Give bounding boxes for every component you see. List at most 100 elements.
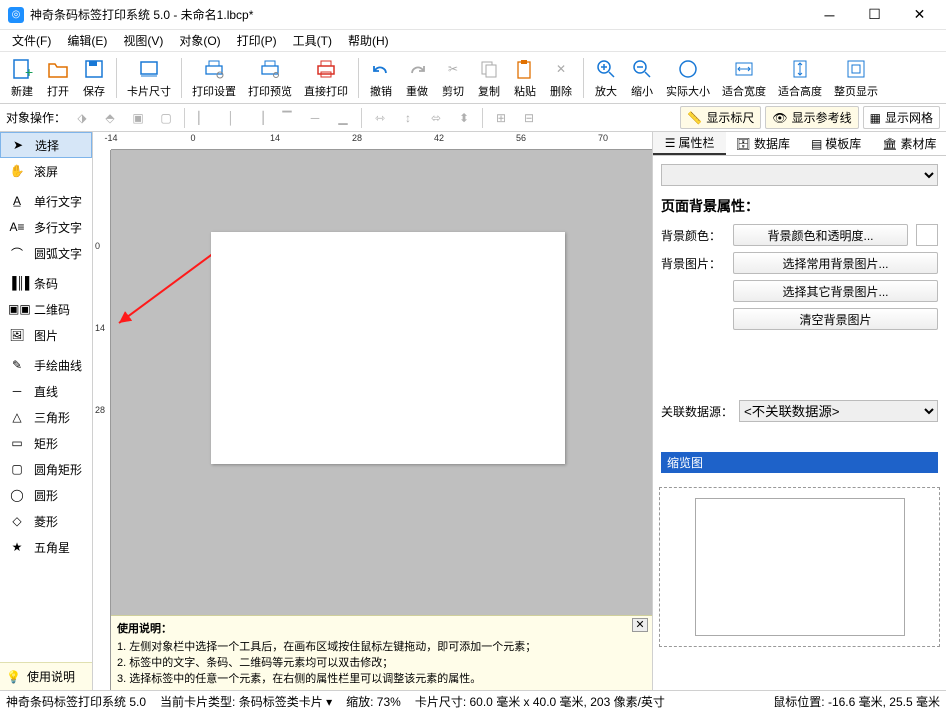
- tool-barcode[interactable]: ▐║▌条码: [0, 270, 92, 296]
- canvas[interactable]: ✕ 使用说明： 1. 左侧对象栏中选择一个工具后，在画布区域按住鼠标左键拖动，即…: [111, 150, 652, 690]
- tool-image[interactable]: 🖼图片: [0, 322, 92, 348]
- tab-properties[interactable]: ☰属性栏: [653, 132, 726, 155]
- new-button[interactable]: +新建: [4, 54, 40, 102]
- open-folder-icon: [46, 57, 70, 81]
- hint-close-button[interactable]: ✕: [632, 618, 648, 632]
- fit-width-button[interactable]: 适合宽度: [716, 54, 772, 102]
- dist-v-icon[interactable]: ↕: [396, 107, 420, 129]
- clear-bg-button[interactable]: 清空背景图片: [733, 308, 938, 330]
- tab-templates[interactable]: ▤模板库: [800, 132, 873, 155]
- tool-qrcode[interactable]: ▣▣二维码: [0, 296, 92, 322]
- print-preview-label: 打印预览: [248, 83, 292, 99]
- delete-icon: ✕: [549, 57, 573, 81]
- tool-line[interactable]: ─直线: [0, 378, 92, 404]
- redo-button[interactable]: 重做: [399, 54, 435, 102]
- same-width-icon[interactable]: ⬄: [424, 107, 448, 129]
- menu-print[interactable]: 打印(P): [229, 30, 285, 51]
- tool-text-multi[interactable]: A≡多行文字: [0, 214, 92, 240]
- preview-header: 缩览图: [661, 452, 938, 473]
- vertical-ruler[interactable]: 01428: [93, 150, 111, 690]
- zoom-actual-button[interactable]: 实际大小: [660, 54, 716, 102]
- tool-star[interactable]: ★五角星: [0, 534, 92, 560]
- tool-pan[interactable]: ✋滚屏: [0, 158, 92, 184]
- direct-print-button[interactable]: 直接打印: [298, 54, 354, 102]
- tool-diamond-label: 菱形: [34, 513, 58, 530]
- object-ops-bar: 对象操作： ⬗ ⬘ ▣ ▢ ▏ │ ▕ ▔ ─ ▁ ⇿ ↕ ⬄ ⬍ ⊞ ⊟ 📏显…: [0, 104, 946, 132]
- tool-diamond[interactable]: ◇菱形: [0, 508, 92, 534]
- align-middle-icon[interactable]: ─: [303, 107, 327, 129]
- tool-text-arc[interactable]: ⌒圆弧文字: [0, 240, 92, 266]
- delete-button[interactable]: ✕删除: [543, 54, 579, 102]
- bg-color-swatch[interactable]: [916, 224, 938, 246]
- zoom-out-button[interactable]: 缩小: [624, 54, 660, 102]
- bring-front-icon[interactable]: ⬗: [70, 107, 94, 129]
- full-page-button[interactable]: 整页显示: [828, 54, 884, 102]
- menu-object[interactable]: 对象(O): [171, 30, 228, 51]
- title-bar: ◎ 神奇条码标签打印系统 5.0 - 未命名1.lbcp* ─ ☐ ✕: [0, 0, 946, 30]
- minimize-button[interactable]: ─: [807, 0, 852, 30]
- tool-ellipse[interactable]: ◯圆形: [0, 482, 92, 508]
- bring-forward-icon[interactable]: ▣: [126, 107, 150, 129]
- menu-file[interactable]: 文件(F): [4, 30, 59, 51]
- tab-database-label: 数据库: [754, 135, 790, 152]
- group-icon[interactable]: ⊞: [489, 107, 513, 129]
- label-page[interactable]: [211, 232, 565, 464]
- save-button[interactable]: 保存: [76, 54, 112, 102]
- card-size-icon: [137, 57, 161, 81]
- align-top-icon[interactable]: ▔: [275, 107, 299, 129]
- menu-tools[interactable]: 工具(T): [285, 30, 340, 51]
- close-button[interactable]: ✕: [897, 0, 942, 30]
- tool-round-rect[interactable]: ▢圆角矩形: [0, 456, 92, 482]
- card-size-button[interactable]: 卡片尺寸: [121, 54, 177, 102]
- dist-h-icon[interactable]: ⇿: [368, 107, 392, 129]
- same-height-icon[interactable]: ⬍: [452, 107, 476, 129]
- menu-help[interactable]: 帮助(H): [340, 30, 397, 51]
- show-ruler-toggle[interactable]: 📏显示标尺: [680, 106, 761, 129]
- tool-freehand[interactable]: ✎手绘曲线: [0, 352, 92, 378]
- tab-database[interactable]: 🗄数据库: [726, 132, 799, 155]
- paste-button[interactable]: 粘贴: [507, 54, 543, 102]
- zoom-in-button[interactable]: 放大: [588, 54, 624, 102]
- text-multi-icon: A≡: [8, 220, 26, 234]
- fit-height-button[interactable]: 适合高度: [772, 54, 828, 102]
- datasource-select[interactable]: <不关联数据源>: [739, 400, 938, 422]
- choose-other-bg-button[interactable]: 选择其它背景图片...: [733, 280, 938, 302]
- guides-toggle-label: 显示参考线: [792, 109, 852, 126]
- choose-common-bg-button[interactable]: 选择常用背景图片...: [733, 252, 938, 274]
- send-back-icon[interactable]: ⬘: [98, 107, 122, 129]
- hint-line-1: 1. 左侧对象栏中选择一个工具后，在画布区域按住鼠标左键拖动，即可添加一个元素；: [117, 638, 646, 654]
- tool-select[interactable]: ➤选择: [0, 132, 92, 158]
- align-bottom-icon[interactable]: ▁: [331, 107, 355, 129]
- print-setup-button[interactable]: 打印设置: [186, 54, 242, 102]
- align-right-icon[interactable]: ▕: [247, 107, 271, 129]
- tool-sidebar: ➤选择 ✋滚屏 A̲单行文字 A≡多行文字 ⌒圆弧文字 ▐║▌条码 ▣▣二维码 …: [0, 132, 93, 690]
- print-preview-button[interactable]: 打印预览: [242, 54, 298, 102]
- preview-box: [659, 487, 940, 647]
- cut-button[interactable]: ✂剪切: [435, 54, 471, 102]
- menu-edit[interactable]: 编辑(E): [59, 30, 115, 51]
- open-button[interactable]: 打开: [40, 54, 76, 102]
- menu-view[interactable]: 视图(V): [115, 30, 171, 51]
- align-left-icon[interactable]: ▏: [191, 107, 215, 129]
- tool-triangle[interactable]: △三角形: [0, 404, 92, 430]
- bg-color-button[interactable]: 背景颜色和透明度...: [733, 224, 908, 246]
- tool-rect-label: 矩形: [34, 435, 58, 452]
- show-grid-toggle[interactable]: ▦显示网格: [863, 106, 940, 129]
- tab-assets-label: 素材库: [900, 135, 936, 152]
- horizontal-ruler[interactable]: -1401428425670: [111, 132, 652, 150]
- undo-button[interactable]: 撤销: [363, 54, 399, 102]
- pointer-icon: ➤: [9, 138, 27, 152]
- tab-assets[interactable]: 🏛素材库: [873, 132, 946, 155]
- tool-rect[interactable]: ▭ 矩形: [0, 430, 92, 456]
- show-guides-toggle[interactable]: 👁显示参考线: [765, 106, 858, 129]
- copy-button[interactable]: 复制: [471, 54, 507, 102]
- ungroup-icon[interactable]: ⊟: [517, 107, 541, 129]
- align-center-h-icon[interactable]: │: [219, 107, 243, 129]
- element-selector[interactable]: [661, 164, 938, 186]
- maximize-button[interactable]: ☐: [852, 0, 897, 30]
- tool-text-single[interactable]: A̲单行文字: [0, 188, 92, 214]
- help-button[interactable]: 💡使用说明: [0, 662, 92, 690]
- send-backward-icon[interactable]: ▢: [154, 107, 178, 129]
- rect-icon: ▭: [8, 436, 26, 450]
- tool-line-label: 直线: [34, 383, 58, 400]
